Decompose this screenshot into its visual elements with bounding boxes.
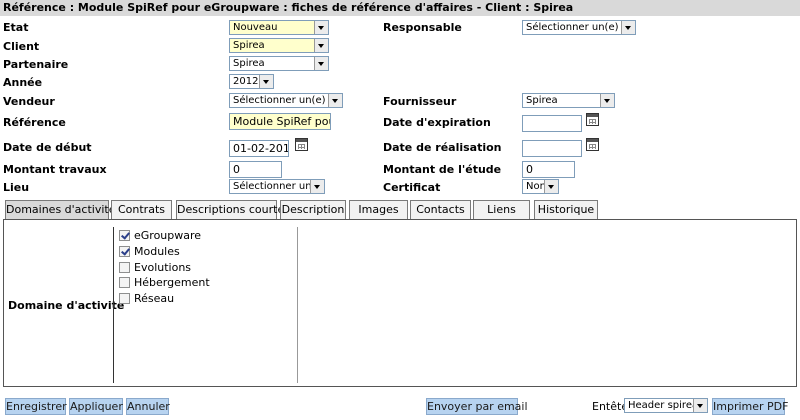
certificat-value: Non [526,181,546,192]
partenaire-label: Partenaire [3,58,69,71]
fournisseur-value: Spirea [526,95,558,106]
checkbox-label: Evolutions [134,261,192,274]
tab-historique[interactable]: Historique [534,200,598,219]
reference-input[interactable]: Module SpiRef pour e [229,113,331,130]
enregistrer-button[interactable]: Enregistrer [5,398,67,415]
chevron-down-icon [259,75,273,88]
page-title: Référence : Module SpiRef pour eGroupwar… [0,0,800,16]
vendeur-select[interactable]: Sélectionner un(e) [229,93,343,108]
montant-etude-input[interactable]: 0 [522,161,575,178]
fournisseur-label: Fournisseur [383,95,457,108]
client-value: Spirea [233,40,265,51]
chevron-down-icon [314,57,328,70]
tab-domaines-activite[interactable]: Domaines d'activité [5,200,116,219]
date-expiration-label: Date d'expiration [383,116,491,129]
imprimer-pdf-button[interactable]: Imprimer PDF [712,398,788,415]
certificat-label: Certificat [383,181,441,194]
chevron-down-icon [693,399,707,412]
tab-contrats[interactable]: Contrats [111,200,172,219]
chevron-down-icon [544,180,558,193]
calendar-icon[interactable] [586,138,599,151]
client-label: Client [3,40,40,53]
chevron-down-icon [314,39,328,52]
checkbox-modules[interactable] [119,246,130,257]
responsable-value: Sélectionner un(e) [526,22,619,33]
responsable-select[interactable]: Sélectionner un(e) [522,20,636,35]
partenaire-select[interactable]: Spirea [229,56,329,71]
certificat-select[interactable]: Non [522,179,559,194]
date-realisation-label: Date de réalisation [383,141,502,154]
tab-descriptions-courte[interactable]: Descriptions courte [176,200,284,219]
annee-value: 2012 [233,76,259,87]
domaine-activite-label: Domaine d'activité [8,299,125,312]
domaine-checkbox-list: eGroupware Modules Evolutions Hébergemen… [113,227,298,383]
appliquer-button[interactable]: Appliquer [69,398,123,415]
etat-select[interactable]: Nouveau [229,20,329,35]
annee-label: Année [3,76,43,89]
montant-etude-label: Montant de l'étude [383,163,502,176]
annee-select[interactable]: 2012 [229,74,274,89]
checkbox-label: eGroupware [134,229,202,242]
vendeur-label: Vendeur [3,95,55,108]
partenaire-value: Spirea [233,58,265,69]
checkbox-label: Hébergement [134,276,210,289]
responsable-label: Responsable [383,21,462,34]
checkbox-reseau[interactable] [119,293,130,304]
checkbox-evolutions[interactable] [119,262,130,273]
tab-liens[interactable]: Liens [473,200,530,219]
etat-label: Etat [3,21,29,34]
vendeur-value: Sélectionner un(e) [233,95,326,106]
checkbox-egroupware[interactable] [119,230,130,241]
chevron-down-icon [600,94,614,107]
date-debut-label: Date de début [3,141,92,154]
chevron-down-icon [310,180,324,193]
calendar-icon[interactable] [586,113,599,126]
tab-panel-domaines: Domaine d'activité eGroupware Modules Ev… [3,219,797,387]
fournisseur-select[interactable]: Spirea [522,93,615,108]
tab-images[interactable]: Images [349,200,408,219]
chevron-down-icon [328,94,342,107]
entete-select[interactable]: Header spirea [624,398,708,413]
date-debut-input[interactable]: 01-02-2012 [229,140,289,157]
checkbox-label: Modules [134,245,180,258]
client-select[interactable]: Spirea [229,38,329,53]
entete-value: Header spirea [628,400,699,411]
lieu-select[interactable]: Sélectionner un(e) [229,179,325,194]
date-expiration-input[interactable] [522,115,582,132]
calendar-icon[interactable] [295,138,308,151]
chevron-down-icon [621,21,635,34]
tab-contacts[interactable]: Contacts [410,200,471,219]
envoyer-email-button[interactable]: Envoyer par email [426,398,528,415]
reference-label: Référence [3,116,66,129]
montant-travaux-label: Montant travaux [3,163,107,176]
lieu-label: Lieu [3,181,30,194]
checkbox-hebergement[interactable] [119,277,130,288]
annuler-button[interactable]: Annuler [126,398,170,415]
entete-label: Entête [592,400,629,413]
date-realisation-input[interactable] [522,140,582,157]
tab-description[interactable]: Description [280,200,346,219]
checkbox-label: Réseau [134,292,175,305]
etat-value: Nouveau [233,22,278,33]
chevron-down-icon [314,21,328,34]
montant-travaux-input[interactable]: 0 [229,161,282,178]
